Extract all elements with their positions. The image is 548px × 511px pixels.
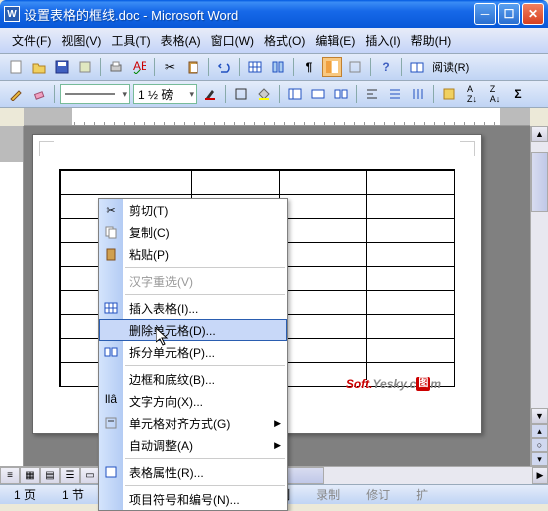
tables-toolbar: 1 ½ 磅 AZ↓ ZA↓ Σ	[0, 81, 548, 108]
ctx-insert-table[interactable]: 插入表格(I)...	[99, 297, 287, 319]
scroll-up-icon[interactable]: ▲	[531, 126, 548, 142]
read-mode-icon[interactable]	[407, 57, 427, 77]
sort-asc-icon[interactable]: AZ↓	[462, 84, 482, 104]
menu-view[interactable]: 视图(V)	[57, 30, 105, 51]
scroll-down-icon[interactable]: ▼	[531, 408, 548, 424]
border-color-icon[interactable]	[200, 84, 220, 104]
distribute-cols-icon[interactable]	[408, 84, 428, 104]
ctx-copy[interactable]: 复制(C)	[99, 221, 287, 243]
ctx-bullets-numbering[interactable]: 项目符号和编号(N)...	[99, 488, 287, 510]
ctx-reconvert: 汉字重选(V)	[99, 270, 287, 292]
close-button[interactable]: ✕	[522, 3, 544, 25]
ctx-cut[interactable]: ✂剪切(T)	[99, 199, 287, 221]
title-bar: W 设置表格的框线.doc - Microsoft Word ─ ☐ ✕	[0, 0, 548, 28]
ctx-split-cells[interactable]: 拆分单元格(P)...	[99, 341, 287, 363]
autosum-icon[interactable]: Σ	[508, 84, 528, 104]
cut-icon[interactable]: ✂	[160, 57, 180, 77]
show-hide-icon[interactable]: ¶	[299, 57, 319, 77]
reading-view-icon[interactable]: ▭	[80, 467, 100, 484]
app-icon: W	[4, 6, 20, 22]
ctx-table-props[interactable]: 表格属性(R)...	[99, 461, 287, 483]
status-rev: 修订	[360, 486, 396, 503]
read-label[interactable]: 阅读(R)	[430, 59, 471, 75]
ctx-delete-cells[interactable]: 删除单元格(D)...	[99, 319, 287, 341]
outline-view-icon[interactable]: ☰	[60, 467, 80, 484]
menu-insert[interactable]: 插入(I)	[361, 30, 404, 51]
ctx-borders-shading[interactable]: 边框和底纹(B)...	[99, 368, 287, 390]
submenu-arrow-icon: ▶	[274, 418, 281, 429]
split-cells-icon[interactable]	[331, 84, 351, 104]
next-page-icon[interactable]: ▾	[531, 452, 548, 466]
align-icon	[103, 415, 119, 431]
save-icon[interactable]	[52, 57, 72, 77]
context-menu: ✂剪切(T) 复制(C) 粘贴(P) 汉字重选(V) 插入表格(I)... 删除…	[98, 198, 288, 511]
draw-table-icon[interactable]	[6, 84, 26, 104]
distribute-rows-icon[interactable]	[385, 84, 405, 104]
shading-color-icon[interactable]	[254, 84, 274, 104]
new-doc-icon[interactable]	[6, 57, 26, 77]
spellcheck-icon[interactable]: ABC	[129, 57, 149, 77]
align-icon[interactable]	[362, 84, 382, 104]
doc-map-icon[interactable]	[322, 57, 342, 77]
status-page: 1 页	[8, 486, 42, 503]
paste-icon	[103, 246, 119, 262]
menu-window[interactable]: 窗口(W)	[207, 30, 258, 51]
ctx-paste[interactable]: 粘贴(P)	[99, 243, 287, 265]
browse-object-icon[interactable]: ○	[531, 438, 548, 452]
menu-help[interactable]: 帮助(H)	[407, 30, 456, 51]
copy-icon	[103, 224, 119, 240]
autoformat-icon[interactable]	[439, 84, 459, 104]
table-props-icon	[103, 464, 119, 480]
open-icon[interactable]	[29, 57, 49, 77]
maximize-button[interactable]: ☐	[498, 3, 520, 25]
columns-icon[interactable]	[268, 57, 288, 77]
eraser-icon[interactable]	[29, 84, 49, 104]
prev-page-icon[interactable]: ▴	[531, 424, 548, 438]
vertical-ruler[interactable]	[0, 126, 24, 466]
status-rec: 录制	[310, 486, 346, 503]
status-ext: 扩	[410, 486, 434, 503]
horizontal-ruler[interactable]	[24, 108, 530, 126]
menu-format[interactable]: 格式(O)	[260, 30, 309, 51]
status-section: 1 节	[56, 486, 90, 503]
scroll-right-icon[interactable]: ▶	[532, 467, 548, 484]
split-icon	[103, 344, 119, 360]
zoom-icon[interactable]	[345, 57, 365, 77]
line-weight-combo[interactable]: 1 ½ 磅	[133, 84, 197, 104]
menu-edit[interactable]: 编辑(E)	[311, 30, 359, 51]
svg-text:llâ: llâ	[105, 394, 117, 406]
insert-table-icon[interactable]	[245, 57, 265, 77]
paste-icon[interactable]	[183, 57, 203, 77]
help-icon[interactable]: ?	[376, 57, 396, 77]
standard-toolbar: ABC ✂ ¶ ? 阅读(R)	[0, 54, 548, 81]
minimize-button[interactable]: ─	[474, 3, 496, 25]
print-icon[interactable]	[106, 57, 126, 77]
menu-bar: 文件(F) 视图(V) 工具(T) 表格(A) 窗口(W) 格式(O) 编辑(E…	[0, 28, 548, 54]
menu-tools[interactable]: 工具(T)	[107, 30, 154, 51]
undo-icon[interactable]	[214, 57, 234, 77]
watermark: Soft.Yesky.c图m	[346, 375, 441, 393]
insert-table-btn-icon[interactable]	[285, 84, 305, 104]
ctx-cell-alignment[interactable]: 单元格对齐方式(G)▶	[99, 412, 287, 434]
merge-cells-icon[interactable]	[308, 84, 328, 104]
normal-view-icon[interactable]: ≡	[0, 467, 20, 484]
permission-icon[interactable]	[75, 57, 95, 77]
line-style-combo[interactable]	[60, 84, 130, 104]
menu-table[interactable]: 表格(A)	[157, 30, 205, 51]
table-icon	[103, 300, 119, 316]
web-view-icon[interactable]: ▦	[20, 467, 40, 484]
window-title: 设置表格的框线.doc - Microsoft Word	[24, 5, 474, 24]
menu-file[interactable]: 文件(F)	[8, 30, 55, 51]
ctx-text-direction[interactable]: llâ文字方向(X)...	[99, 390, 287, 412]
vertical-scrollbar[interactable]: ▲ ▼ ▴ ○ ▾	[530, 126, 548, 466]
sort-desc-icon[interactable]: ZA↓	[485, 84, 505, 104]
cut-icon: ✂	[103, 202, 119, 218]
ctx-autofit[interactable]: 自动调整(A)▶	[99, 434, 287, 456]
print-view-icon[interactable]: ▤	[40, 467, 60, 484]
submenu-arrow-icon: ▶	[274, 440, 281, 451]
text-direction-icon: llâ	[103, 393, 119, 409]
scroll-thumb[interactable]	[531, 152, 548, 212]
outside-border-icon[interactable]	[231, 84, 251, 104]
